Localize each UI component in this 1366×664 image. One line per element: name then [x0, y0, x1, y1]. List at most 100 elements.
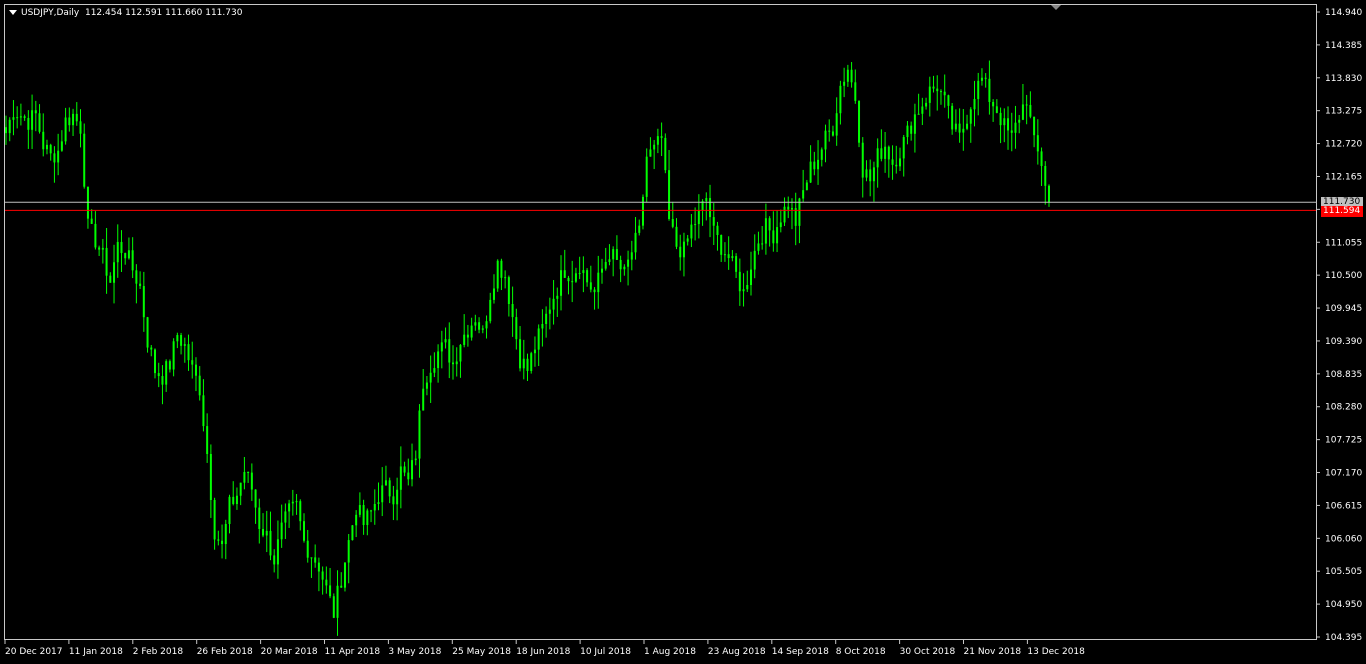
- candle-body: [1007, 118, 1010, 131]
- candle-body: [679, 246, 682, 258]
- candle-body: [984, 77, 987, 79]
- price-tick-label: 111.055: [1325, 238, 1362, 248]
- candle-body: [120, 241, 123, 254]
- candle-body: [876, 148, 879, 168]
- candle-body: [243, 472, 246, 483]
- candle-body: [373, 503, 376, 511]
- candle-body: [90, 218, 93, 224]
- candle-body: [154, 349, 156, 374]
- candle-body: [753, 250, 756, 270]
- candle-body: [973, 99, 976, 110]
- candle-body: [742, 289, 745, 292]
- candle-body: [392, 496, 395, 505]
- candle-body: [388, 480, 391, 497]
- candle-body: [567, 277, 570, 282]
- candle-body: [787, 206, 790, 210]
- price-tick-label: 106.060: [1325, 534, 1362, 544]
- candle-body: [340, 585, 343, 588]
- price-tick-label: 104.950: [1325, 600, 1362, 610]
- price-tick-label: 112.720: [1325, 140, 1362, 150]
- candle-body: [623, 266, 626, 270]
- price-tick-label: 105.505: [1325, 567, 1362, 577]
- candle-body: [861, 142, 864, 178]
- candle-body: [980, 77, 983, 81]
- candle-body: [299, 501, 302, 522]
- candle-body: [507, 277, 510, 305]
- candle-body: [727, 254, 730, 259]
- candle-body: [124, 253, 127, 259]
- candle-body: [94, 223, 97, 248]
- candle-body: [813, 161, 816, 170]
- candle-body: [489, 299, 492, 322]
- candle-body: [660, 136, 663, 138]
- candle-body: [452, 362, 454, 365]
- candle-body: [545, 313, 548, 325]
- candle-body: [817, 159, 820, 170]
- candle-body: [269, 530, 272, 556]
- candle-body: [731, 256, 734, 259]
- candle-body: [276, 539, 279, 565]
- candle-body: [563, 270, 566, 278]
- candle-body: [805, 182, 808, 191]
- candle-body: [668, 170, 671, 220]
- candle-body: [899, 158, 901, 167]
- candle-body: [593, 289, 596, 293]
- candle-body: [79, 121, 82, 134]
- candle-body: [384, 480, 387, 486]
- shift-marker-icon[interactable]: [1051, 5, 1061, 10]
- candle-body: [597, 272, 600, 293]
- candle-body: [414, 458, 417, 461]
- candle-body: [198, 375, 201, 396]
- candle-body: [906, 125, 909, 138]
- candle-body: [522, 358, 525, 369]
- candle-body: [858, 100, 861, 143]
- candle-body: [552, 298, 555, 310]
- price-axis: 114.940 114.385 113.830 113.275 112.720 112.1…: [1316, 8, 1362, 643]
- candle-body: [846, 69, 849, 82]
- price-chart[interactable]: 114.940 114.385 113.830 113.275 112.720 112.1…: [0, 0, 1366, 664]
- candle-body: [42, 131, 45, 150]
- candle-body: [295, 501, 298, 503]
- time-tick-label: 21 Nov 2018: [964, 647, 1022, 657]
- candle-body: [474, 322, 477, 326]
- candle-body: [247, 472, 250, 474]
- candle-body: [839, 85, 842, 114]
- candle-body: [209, 453, 212, 500]
- candle-body: [872, 167, 875, 182]
- candle-body: [951, 105, 954, 130]
- candle-body: [440, 342, 443, 352]
- candle-body: [947, 95, 950, 106]
- candle-body: [470, 325, 473, 338]
- candle-body: [75, 113, 78, 122]
- candle-body: [98, 247, 101, 250]
- candle-body: [429, 372, 432, 383]
- candle-body: [459, 344, 462, 362]
- price-tick-label: 114.940: [1325, 8, 1362, 18]
- candle-body: [325, 579, 328, 586]
- candle-body: [463, 334, 466, 345]
- candle-body: [649, 149, 652, 157]
- candle-body: [895, 164, 898, 167]
- candle-body: [105, 247, 108, 276]
- candle-body: [969, 109, 972, 124]
- candle-body: [187, 344, 190, 361]
- candle-body: [586, 270, 589, 283]
- candle-body: [284, 511, 287, 523]
- price-tick-label: 108.835: [1325, 370, 1362, 380]
- candle-body: [1040, 151, 1043, 166]
- candle-body: [809, 161, 812, 183]
- price-tick-label: 107.170: [1325, 469, 1362, 479]
- candle-body: [630, 252, 633, 260]
- candle-body: [370, 510, 373, 512]
- candle-body: [697, 210, 700, 225]
- candle-body: [533, 349, 536, 354]
- candle-body: [399, 466, 402, 490]
- candle-body: [150, 347, 153, 350]
- time-axis: 20 Dec 2017 11 Jan 2018 2 Feb 2018 26 Feb 2…: [4, 640, 1085, 657]
- candle-body: [653, 144, 656, 150]
- candle-body: [515, 317, 518, 340]
- candle-body: [936, 88, 939, 92]
- candle-body: [738, 271, 741, 292]
- candle-body: [157, 373, 160, 377]
- candle-body: [977, 80, 980, 100]
